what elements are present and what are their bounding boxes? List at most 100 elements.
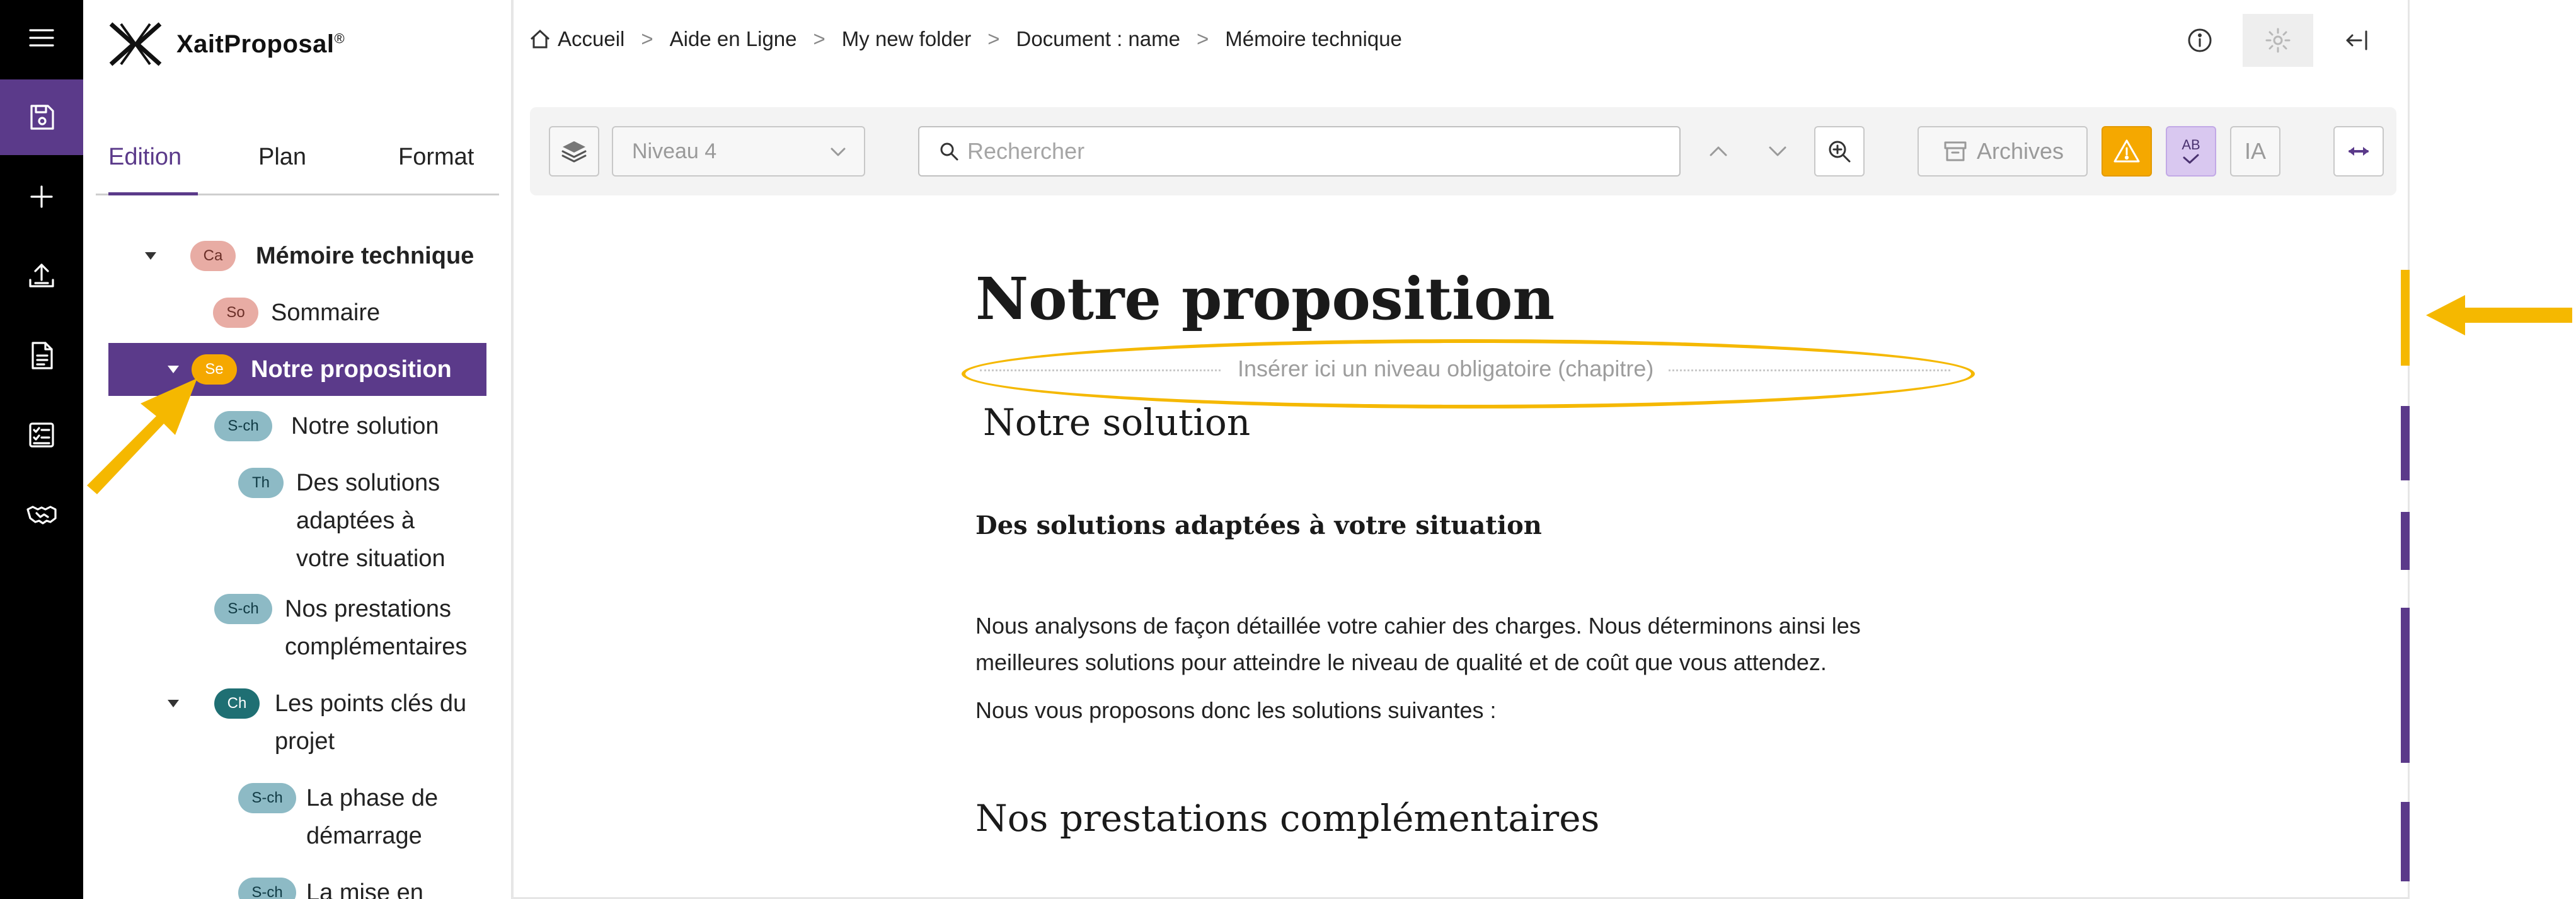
menu-button[interactable]: [0, 0, 83, 76]
tree-item-label: Sommaire: [271, 299, 381, 326]
upload-button[interactable]: [0, 238, 83, 314]
highlight-ellipse: [962, 339, 1975, 409]
level-badge: Ch: [214, 688, 260, 719]
tree-item-label: Les points clés du projet: [275, 690, 467, 755]
level-marker: [2401, 512, 2410, 570]
paragraph-line[interactable]: meilleures solutions pour atteindre le n…: [975, 644, 1921, 681]
level-badge: S-ch: [238, 878, 296, 899]
tree-item-label: Notre solution: [291, 413, 439, 439]
level-marker: [2401, 608, 2410, 763]
search-previous-button[interactable]: [1705, 137, 1732, 165]
chevron-down-icon: [831, 148, 846, 156]
level-marker-highlighted: [2401, 270, 2410, 366]
spellcheck-button[interactable]: AB: [2166, 126, 2216, 177]
level-marker: [2401, 406, 2410, 480]
breadcrumb-separator: >: [1196, 27, 1209, 50]
collapse-panel-button[interactable]: [2330, 14, 2383, 67]
document-title[interactable]: Notre proposition: [975, 265, 1555, 333]
tree-item-label: La mise en: [306, 879, 423, 899]
chevron-down-icon: [1769, 146, 1786, 156]
nav-tabs: Edition Plan Format: [96, 137, 499, 195]
upload-icon: [29, 264, 54, 287]
expand-horizontal-icon: [2349, 147, 2369, 156]
breadcrumb-item-current: Mémoire technique: [1225, 27, 1402, 50]
save-button[interactable]: [0, 79, 83, 155]
checkmark-icon: [2183, 154, 2199, 164]
document-button[interactable]: [0, 318, 83, 393]
breadcrumb-item[interactable]: Aide en Ligne: [670, 27, 797, 51]
level-select-value: Niveau 4: [632, 139, 717, 163]
level-select[interactable]: Niveau 4: [612, 126, 865, 177]
tree-item[interactable]: Ca Mémoire technique: [108, 229, 486, 282]
ai-button[interactable]: IA: [2230, 126, 2280, 177]
layers-icon: [561, 141, 587, 163]
search-field[interactable]: [918, 126, 1681, 177]
checklist-icon: [29, 422, 54, 448]
tree-item-label: Mémoire technique: [256, 243, 474, 269]
tree-item[interactable]: S-ch La mise en: [108, 866, 486, 899]
annotation-arrow-left-icon: [2426, 295, 2572, 335]
expand-width-button[interactable]: [2333, 126, 2384, 177]
add-button[interactable]: [0, 159, 83, 235]
level-badge: S-ch: [238, 783, 296, 813]
add-icon: [30, 185, 53, 208]
warning-icon: [2113, 139, 2140, 163]
layers-button[interactable]: [549, 126, 599, 177]
warnings-button[interactable]: [2102, 126, 2152, 177]
settings-icon: [2265, 28, 2291, 53]
chevron-up-icon: [1710, 146, 1727, 156]
search-input[interactable]: [967, 138, 1597, 165]
search-next-button[interactable]: [1764, 137, 1791, 165]
tree-item-label: Notre proposition: [251, 356, 452, 383]
menu-icon: [29, 29, 54, 47]
breadcrumb-separator: >: [641, 27, 653, 50]
annotation-arrow-icon: [87, 378, 197, 494]
info-button[interactable]: [2173, 14, 2226, 67]
section-heading[interactable]: Nos prestations complémentaires: [975, 797, 1599, 840]
level-badge: Th: [238, 468, 284, 498]
active-tab-indicator: [108, 192, 198, 195]
paragraph[interactable]: Nous vous proposons donc les solutions s…: [975, 692, 1921, 729]
archives-button[interactable]: Archives: [1918, 126, 2088, 177]
search-zoom-icon: [1829, 141, 1851, 163]
checklist-button[interactable]: [0, 397, 83, 473]
level-badge: S-ch: [214, 594, 272, 624]
breadcrumb-separator: >: [813, 27, 825, 50]
paragraph-line[interactable]: Nous analysons de façon détaillée votre …: [975, 608, 1921, 644]
breadcrumb-item[interactable]: Document : name: [1016, 27, 1180, 51]
tree-item[interactable]: Ch Les points clés du projet: [108, 677, 486, 759]
tree-item[interactable]: S-ch Nos prestations complémentaires: [108, 583, 486, 664]
expand-caret-icon[interactable]: [145, 252, 156, 260]
tab-edition[interactable]: Edition: [108, 144, 181, 171]
main-area: Accueil > Aide en Ligne > My new folder …: [512, 0, 2410, 899]
search-zoom-button[interactable]: [1814, 126, 1865, 177]
level-badge: Ca: [190, 241, 236, 271]
editor-toolbar: Niveau 4 Archives AB IA: [530, 107, 2396, 195]
breadcrumb: Accueil > Aide en Ligne > My new folder …: [529, 24, 1402, 54]
level-badge: S-ch: [214, 411, 272, 441]
archive-icon: [1944, 141, 1967, 161]
level-marker: [2401, 802, 2410, 881]
icon-rail: [0, 0, 83, 899]
level-badge: So: [213, 298, 258, 328]
breadcrumb-separator: >: [987, 27, 1000, 50]
document-icon: [32, 342, 53, 369]
breadcrumb-item[interactable]: My new folder: [842, 27, 971, 51]
breadcrumb-item-home[interactable]: Accueil: [558, 27, 624, 51]
tree-item[interactable]: S-ch La phase de démarrage: [108, 772, 486, 854]
expand-caret-icon[interactable]: [168, 700, 179, 707]
tree-item[interactable]: So Sommaire: [108, 286, 486, 339]
handshake-button[interactable]: [0, 477, 83, 552]
app-name: XaitProposal®: [176, 30, 345, 58]
settings-button[interactable]: [2243, 14, 2313, 67]
section-heading[interactable]: Notre solution: [983, 401, 1250, 444]
subsection-heading[interactable]: Des solutions adaptées à votre situation: [975, 511, 1542, 540]
handshake-icon: [26, 506, 57, 525]
search-icon: [940, 142, 958, 161]
tree-item-label: Nos prestations complémentaires: [285, 596, 468, 660]
tab-format[interactable]: Format: [398, 144, 474, 171]
tree-item-label: La phase de démarrage: [306, 785, 439, 849]
archives-label: Archives: [1977, 138, 2064, 164]
tab-plan[interactable]: Plan: [258, 144, 306, 171]
app-logo: XaitProposal®: [108, 21, 345, 67]
